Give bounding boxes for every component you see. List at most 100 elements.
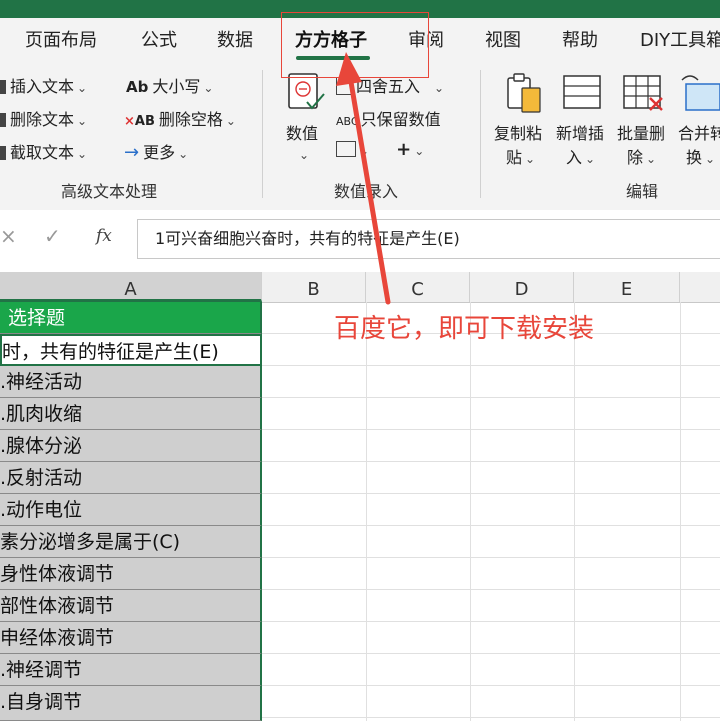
cell-a4[interactable]: .肌肉收缩 bbox=[0, 398, 262, 430]
merge-cells-icon bbox=[681, 75, 720, 111]
case-icon: Ab bbox=[126, 78, 149, 96]
insert-new-label-1: 新增插 bbox=[556, 124, 605, 143]
plus-icon: + bbox=[396, 139, 412, 160]
tab-view[interactable]: 视图 bbox=[485, 26, 521, 52]
chevron-down-icon: ⌄ bbox=[77, 147, 88, 161]
value-icon bbox=[288, 73, 325, 110]
batch-delete-label-2: 除 ⌄ bbox=[627, 148, 657, 167]
cell-a10[interactable]: 部性体液调节 bbox=[0, 590, 262, 622]
chevron-down-icon: ⌄ bbox=[77, 114, 88, 128]
case-button[interactable]: Ab 大小写 ⌄ bbox=[126, 73, 213, 97]
tab-diy-toolbox[interactable]: DIY工具箱 bbox=[640, 26, 720, 52]
grid-line bbox=[262, 429, 720, 430]
column-header-f[interactable] bbox=[680, 272, 720, 302]
insert-new-button[interactable] bbox=[560, 72, 604, 120]
cell-a12[interactable]: .神经调节 bbox=[0, 654, 262, 686]
edit-tool-button[interactable]: ⌄ + ⌄ bbox=[336, 139, 424, 160]
insert-function-icon[interactable]: fx bbox=[96, 226, 112, 246]
grid-line bbox=[262, 461, 720, 462]
delete-text-button[interactable]: 删除文本 ⌄ bbox=[0, 106, 87, 130]
tab-highlight-box bbox=[281, 12, 429, 78]
value-chevron-icon: ⌄ bbox=[299, 148, 310, 162]
value-button[interactable] bbox=[285, 72, 327, 118]
more-button[interactable]: → 更多 ⌄ bbox=[124, 139, 188, 163]
column-header-d[interactable]: D bbox=[470, 272, 574, 302]
cell-a1[interactable]: 选择题 bbox=[0, 302, 262, 334]
group-divider bbox=[262, 70, 263, 198]
copy-paste-label-1: 复制粘 bbox=[494, 124, 543, 143]
chevron-down-icon: ⌄ bbox=[434, 81, 445, 95]
group-label-number-entry: 数值录入 bbox=[334, 182, 399, 201]
confirm-icon[interactable]: ✓ bbox=[44, 224, 61, 248]
cell-a3[interactable]: .神经活动 bbox=[0, 366, 262, 398]
merge-convert-button[interactable] bbox=[680, 72, 720, 120]
group-label-edit: 编辑 bbox=[626, 182, 659, 201]
insert-text-button[interactable]: 插入文本 ⌄ bbox=[0, 73, 87, 97]
delete-text-icon bbox=[0, 113, 6, 127]
tab-page-layout[interactable]: 页面布局 bbox=[25, 26, 97, 52]
keep-numbers-button[interactable]: ABC 只保留数值 bbox=[336, 106, 441, 130]
cell-a2[interactable]: 时，共有的特征是产生(E) bbox=[0, 334, 262, 366]
round-icon bbox=[336, 77, 352, 95]
cell-a9[interactable]: 身性体液调节 bbox=[0, 558, 262, 590]
grid-line bbox=[262, 493, 720, 494]
group-label-advanced-text: 高级文本处理 bbox=[61, 182, 158, 201]
tab-data[interactable]: 数据 bbox=[217, 26, 253, 52]
merge-convert-label-2: 换 ⌄ bbox=[686, 148, 716, 167]
insert-text-icon bbox=[0, 80, 6, 94]
tab-formulas[interactable]: 公式 bbox=[141, 26, 177, 52]
column-headers: A B C D E bbox=[0, 272, 720, 303]
insert-rows-icon bbox=[563, 75, 601, 109]
formula-input[interactable]: 1可兴奋细胞兴奋时，共有的特征是产生(E) bbox=[137, 219, 720, 259]
group-divider bbox=[480, 70, 481, 198]
chevron-down-icon: ⌄ bbox=[178, 147, 189, 161]
column-header-a[interactable]: A bbox=[0, 272, 262, 302]
grid-line bbox=[262, 621, 720, 622]
cancel-icon[interactable]: × bbox=[0, 224, 17, 248]
chevron-down-icon: ⌄ bbox=[77, 81, 88, 95]
cell-a7[interactable]: .动作电位 bbox=[0, 494, 262, 526]
delete-spaces-button[interactable]: ×AB 删除空格 ⌄ bbox=[124, 106, 236, 130]
grid-line bbox=[262, 365, 720, 366]
annotation-text: 百度它，即可下载安装 bbox=[334, 314, 595, 344]
grid-line bbox=[262, 525, 720, 526]
grid-line bbox=[262, 589, 720, 590]
merge-convert-label-1: 合并转 bbox=[678, 124, 720, 143]
clipboard-icon bbox=[507, 73, 541, 113]
extract-text-icon bbox=[0, 146, 6, 160]
column-header-c[interactable]: C bbox=[366, 272, 470, 302]
chevron-down-icon: ⌄ bbox=[414, 144, 425, 158]
cell-a8[interactable]: 素分泌增多是属于(C) bbox=[0, 526, 262, 558]
grid-line bbox=[262, 397, 720, 398]
value-label: 数值 bbox=[286, 124, 319, 143]
tab-help[interactable]: 帮助 bbox=[562, 26, 598, 52]
batch-delete-label-1: 批量删 bbox=[617, 124, 666, 143]
cell-a6[interactable]: .反射活动 bbox=[0, 462, 262, 494]
formula-controls: × ✓ fx bbox=[0, 222, 130, 256]
chevron-down-icon: ⌄ bbox=[225, 114, 236, 128]
chevron-down-icon: ⌄ bbox=[203, 81, 214, 95]
chevron-down-icon: ⌄ bbox=[359, 144, 370, 158]
column-header-e[interactable]: E bbox=[574, 272, 680, 302]
grid-line bbox=[262, 653, 720, 654]
keep-numbers-icon: ABC bbox=[336, 115, 359, 128]
grid-line bbox=[262, 557, 720, 558]
copy-paste-label-2: 贴 ⌄ bbox=[506, 148, 536, 167]
formula-bar: × ✓ fx 1可兴奋细胞兴奋时，共有的特征是产生(E) bbox=[0, 210, 720, 273]
arrow-right-icon: → bbox=[124, 142, 140, 163]
column-header-b[interactable]: B bbox=[262, 272, 366, 302]
cell-a11[interactable]: 申经体液调节 bbox=[0, 622, 262, 654]
extract-text-button[interactable]: 截取文本 ⌄ bbox=[0, 139, 87, 163]
batch-delete-button[interactable] bbox=[620, 72, 668, 120]
delete-table-icon bbox=[623, 75, 663, 111]
cell-a5[interactable]: .腺体分泌 bbox=[0, 430, 262, 462]
grid-line bbox=[262, 685, 720, 686]
copy-paste-button[interactable] bbox=[502, 72, 546, 120]
spreadsheet-grid: 选择题 时，共有的特征是产生(E) .神经活动 .肌肉收缩 .腺体分泌 .反射活… bbox=[0, 302, 720, 721]
grid-line bbox=[262, 717, 720, 718]
insert-new-label-2: 入 ⌄ bbox=[566, 148, 596, 167]
ribbon: 插入文本 ⌄ 删除文本 ⌄ 截取文本 ⌄ Ab 大小写 ⌄ ×AB 删除空格 ⌄ → 更多 ⌄ 高… bbox=[0, 64, 720, 211]
cell-a13[interactable]: .自身调节 bbox=[0, 686, 262, 721]
delete-spaces-icon: ×AB bbox=[124, 114, 155, 129]
pencil-table-icon bbox=[336, 141, 356, 157]
